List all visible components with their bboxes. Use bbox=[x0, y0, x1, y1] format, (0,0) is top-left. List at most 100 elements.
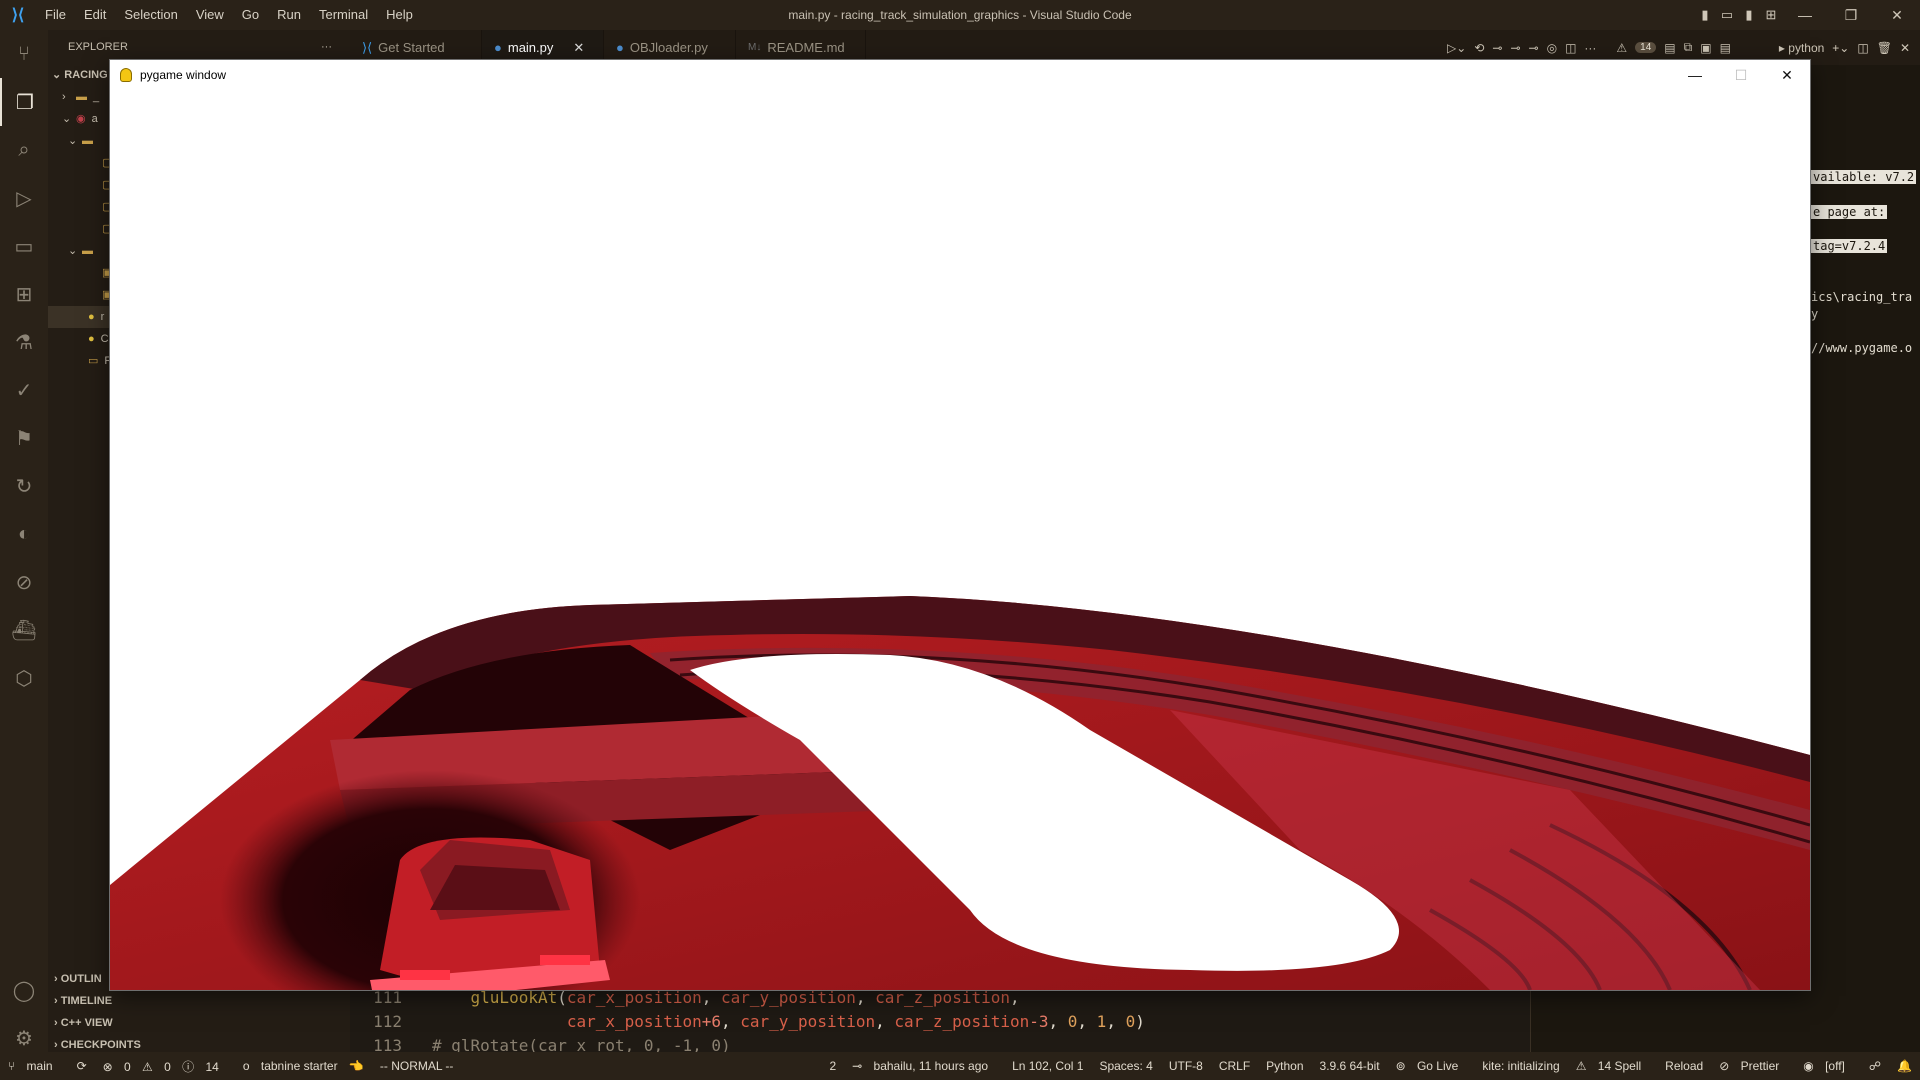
clipboard-icon[interactable]: ▤ bbox=[1720, 41, 1731, 55]
git-previous-icon[interactable]: ⊸ bbox=[1510, 41, 1520, 55]
close-panel-icon[interactable]: ✕ bbox=[1900, 41, 1910, 55]
minimize-icon[interactable]: — bbox=[1782, 7, 1828, 23]
run-python-icon[interactable]: ▷⌄ bbox=[1447, 41, 1466, 55]
explorer-icon[interactable]: ❐ bbox=[0, 78, 48, 126]
encoding[interactable]: UTF-8 bbox=[1161, 1059, 1211, 1073]
cpp-view-section[interactable]: › C++ VIEW bbox=[48, 1012, 350, 1034]
reload-button[interactable]: Reload bbox=[1657, 1059, 1711, 1073]
pygame-snake-icon bbox=[120, 68, 132, 82]
more-actions-icon[interactable]: ··· bbox=[1584, 41, 1596, 55]
code-token: car_z_position bbox=[875, 988, 1010, 1007]
testing-icon[interactable]: ⚗ bbox=[0, 318, 48, 366]
menu-view[interactable]: View bbox=[187, 0, 233, 30]
kill-terminal-icon[interactable]: 🗑 bbox=[1877, 41, 1892, 55]
toggle-secondary-sidebar-icon[interactable]: ▮ bbox=[1738, 7, 1760, 23]
pygame-window[interactable]: pygame window — ☐ ✕ bbox=[110, 60, 1810, 990]
git-commit-icon[interactable]: ⊸ bbox=[1492, 41, 1502, 55]
add-terminal-icon[interactable]: +⌄ bbox=[1832, 41, 1849, 55]
terminal-icon[interactable]: ▣ bbox=[1700, 41, 1711, 55]
menu-file[interactable]: File bbox=[36, 0, 75, 30]
sync-icon[interactable]: ⟳ bbox=[69, 1059, 95, 1073]
branch-status[interactable]: ⑂ main bbox=[0, 1059, 69, 1073]
new-file-icon[interactable]: ▤ bbox=[1664, 41, 1675, 55]
vscode-logo-icon[interactable]: ⟩⟨ bbox=[0, 0, 36, 30]
tree-item-label: a bbox=[91, 113, 98, 125]
source-control-icon[interactable]: ⑂ bbox=[0, 30, 48, 78]
split-editor-icon[interactable]: ◫ bbox=[1565, 41, 1576, 55]
timeline-icon[interactable]: ⟲ bbox=[1474, 41, 1484, 55]
menu-help[interactable]: Help bbox=[377, 0, 422, 30]
kite-status[interactable]: kite: initializing bbox=[1474, 1059, 1567, 1073]
terminal-profile-label: python bbox=[1788, 40, 1825, 55]
code-line-112[interactable]: 112 car_x_position+6, car_y_position, ca… bbox=[350, 1010, 1145, 1034]
pygame-maximize-icon[interactable]: ☐ bbox=[1718, 60, 1764, 90]
menu-go[interactable]: Go bbox=[233, 0, 268, 30]
tab-label: OBJloader.py bbox=[629, 40, 708, 55]
python-icon: ● bbox=[494, 40, 502, 55]
terminal-split-icon[interactable]: ⧉ bbox=[1684, 40, 1693, 55]
tabnine-label: tabnine starter bbox=[260, 1059, 338, 1073]
indentation[interactable]: Spaces: 4 bbox=[1091, 1059, 1160, 1073]
title-controls: ▮ ▭ ▮ ⊞ — ❐ ✕ bbox=[1694, 0, 1920, 30]
toggle-primary-sidebar-icon[interactable]: ▮ bbox=[1694, 7, 1716, 23]
menu-terminal[interactable]: Terminal bbox=[310, 0, 377, 30]
close-icon[interactable]: ✕ bbox=[1874, 7, 1920, 24]
tabnine-status[interactable]: o tabnine starter 👈 bbox=[235, 1059, 372, 1073]
git-graph-icon[interactable]: ✓ bbox=[0, 366, 48, 414]
gitlens-icon[interactable]: ◐ bbox=[0, 510, 48, 558]
git-blame[interactable]: ⊸ bahailu, 11 hours ago bbox=[844, 1059, 1004, 1073]
explorer-more-icon[interactable]: ··· bbox=[321, 41, 332, 53]
close-tab-icon[interactable]: ✕ bbox=[573, 40, 584, 56]
python-interpreter[interactable]: 3.9.6 64-bit bbox=[1312, 1059, 1388, 1073]
racing-scene-render[interactable] bbox=[110, 90, 1810, 990]
file-icon: ▬ bbox=[82, 135, 93, 147]
code-token: ) bbox=[1135, 1012, 1145, 1031]
git-next-icon[interactable]: ⊸ bbox=[1529, 41, 1539, 55]
chevron-icon: › bbox=[62, 91, 66, 103]
run-debug-icon[interactable]: ▷ bbox=[0, 174, 48, 222]
remote-explorer-icon[interactable]: ▭ bbox=[0, 222, 48, 270]
docker-icon[interactable]: ⛴ bbox=[0, 606, 48, 654]
restore-icon[interactable]: ❐ bbox=[1828, 7, 1874, 24]
terminal-profile[interactable]: ▸ python bbox=[1779, 41, 1824, 55]
go-live-button[interactable]: ⊚ Go Live bbox=[1388, 1059, 1475, 1073]
cursor-position[interactable]: Ln 102, Col 1 bbox=[1004, 1059, 1091, 1073]
chevron-icon: ⌄ bbox=[68, 135, 78, 147]
pygame-close-icon[interactable]: ✕ bbox=[1764, 60, 1810, 90]
bookmarks-icon[interactable]: ⚑ bbox=[0, 414, 48, 462]
prettier-status[interactable]: ⊘ Prettier bbox=[1711, 1059, 1795, 1073]
extensions-icon[interactable]: ⊞ bbox=[0, 270, 48, 318]
accounts-icon[interactable]: ◯ bbox=[0, 966, 48, 1014]
problems-status[interactable]: ⊗ 0 ⚠ 0 ⓘ 14 bbox=[95, 1058, 235, 1075]
feedback-icon[interactable]: ☍ bbox=[1861, 1059, 1889, 1073]
broadcast-status[interactable]: ◉ [off] bbox=[1795, 1059, 1861, 1073]
search-icon[interactable]: ⌕ bbox=[0, 126, 48, 174]
timeline-section[interactable]: › TIMELINE bbox=[48, 990, 350, 1012]
pygame-minimize-icon[interactable]: — bbox=[1672, 60, 1718, 90]
customize-layout-icon[interactable]: ⊞ bbox=[1760, 7, 1782, 23]
split-terminal-icon[interactable]: ◫ bbox=[1857, 41, 1868, 55]
prettier-label: Prettier bbox=[1740, 1059, 1780, 1073]
compare-icon[interactable]: ◎ bbox=[1547, 41, 1557, 55]
spell-status[interactable]: ⚠ 14 Spell bbox=[1568, 1059, 1657, 1073]
warning-icon[interactable]: ⚠ bbox=[1616, 41, 1627, 55]
language-mode[interactable]: Python bbox=[1258, 1059, 1311, 1073]
menu-run[interactable]: Run bbox=[268, 0, 310, 30]
tree-item-label: C bbox=[100, 333, 109, 345]
notifications-icon[interactable]: 🔔 bbox=[1889, 1059, 1920, 1073]
pygame-titlebar[interactable]: pygame window — ☐ ✕ bbox=[110, 60, 1810, 90]
terminal-line: y bbox=[1811, 307, 1819, 321]
code-token: car_x_position bbox=[566, 1012, 702, 1031]
info-count: 14 bbox=[205, 1059, 219, 1074]
tree-item-label: _ bbox=[93, 91, 100, 103]
selection-count[interactable]: 2 bbox=[821, 1059, 844, 1073]
codestream-icon[interactable]: ⬡ bbox=[0, 654, 48, 702]
live-share-icon[interactable]: ↻ bbox=[0, 462, 48, 510]
code-token: car_y_position bbox=[721, 988, 856, 1007]
tab-label: README.md bbox=[767, 40, 845, 55]
toggle-panel-icon[interactable]: ▭ bbox=[1716, 7, 1738, 23]
menu-selection[interactable]: Selection bbox=[115, 0, 186, 30]
kite-icon[interactable]: ⊘ bbox=[0, 558, 48, 606]
menu-edit[interactable]: Edit bbox=[75, 0, 115, 30]
line-ending[interactable]: CRLF bbox=[1211, 1059, 1258, 1073]
